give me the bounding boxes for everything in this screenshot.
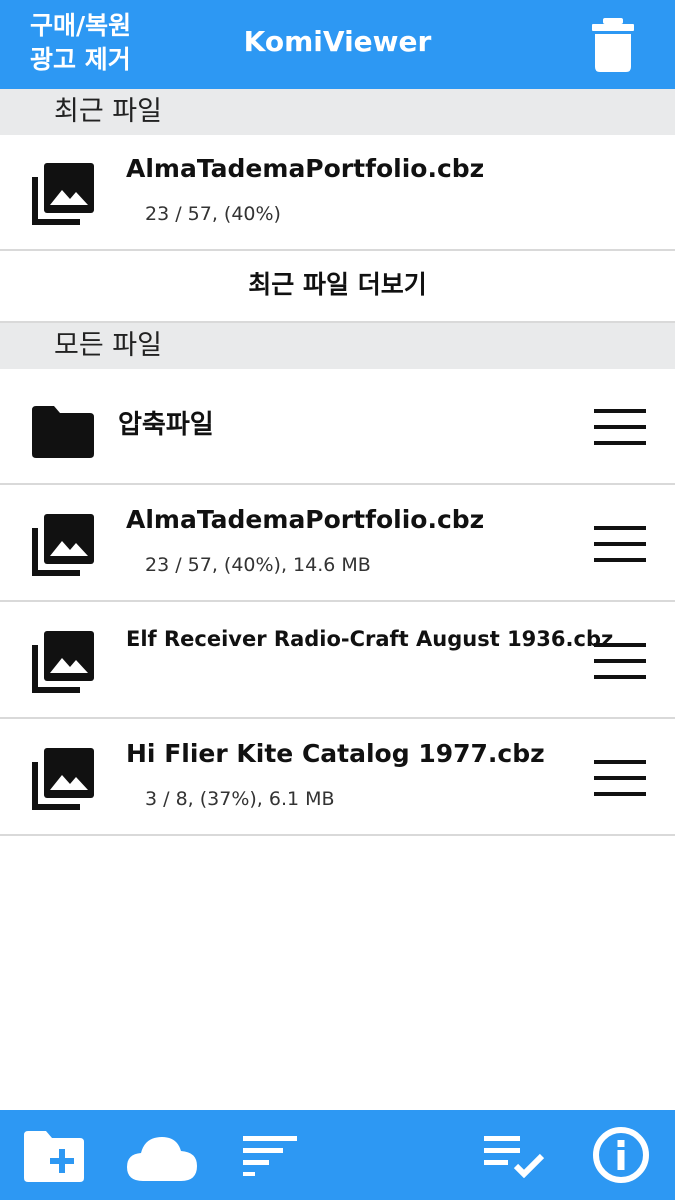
- new-folder-icon[interactable]: [24, 1128, 84, 1184]
- folder-icon: [32, 406, 94, 458]
- file-name: AlmaTademaPortfolio.cbz: [126, 505, 485, 534]
- file-progress: 3 / 8, (37%), 6.1 MB: [145, 788, 335, 810]
- image-stack-icon: [32, 631, 94, 693]
- file-name: Hi Flier Kite Catalog 1977.cbz: [126, 739, 545, 768]
- item-menu-icon[interactable]: [594, 409, 648, 445]
- more-recent-files-label: 최근 파일 더보기: [248, 270, 427, 299]
- file-progress: 23 / 57, (40%): [145, 203, 281, 225]
- image-stack-icon: [32, 163, 94, 225]
- folder-row[interactable]: 압축파일: [0, 369, 675, 485]
- recent-files-header: 최근 파일: [0, 89, 675, 135]
- recent-file-row[interactable]: AlmaTademaPortfolio.cbz 23 / 57, (40%): [0, 135, 675, 251]
- file-progress: 23 / 57, (40%), 14.6 MB: [145, 554, 371, 576]
- item-menu-icon[interactable]: [594, 526, 648, 562]
- purchase-restore-button[interactable]: 구매/복원 광고 제거: [30, 9, 160, 77]
- file-row[interactable]: Elf Receiver Radio-Craft August 1936.cbz: [0, 603, 675, 719]
- all-files-header: 모든 파일: [0, 323, 675, 369]
- image-stack-icon: [32, 748, 94, 810]
- cloud-icon[interactable]: [127, 1130, 197, 1186]
- more-recent-files-button[interactable]: 최근 파일 더보기: [0, 251, 675, 323]
- bottom-toolbar: [0, 1110, 675, 1200]
- remove-ads-label: 광고 제거: [30, 45, 131, 74]
- all-files-label: 모든 파일: [54, 330, 162, 361]
- file-name: AlmaTademaPortfolio.cbz: [126, 154, 485, 183]
- item-menu-icon[interactable]: [594, 643, 648, 679]
- purchase-label: 구매/복원: [30, 11, 132, 40]
- folder-name: 압축파일: [118, 410, 214, 440]
- file-row[interactable]: Hi Flier Kite Catalog 1977.cbz 3 / 8, (3…: [0, 720, 675, 836]
- top-app-bar: 구매/복원 광고 제거 KomiViewer: [0, 0, 675, 89]
- info-icon[interactable]: [592, 1126, 650, 1184]
- trash-icon[interactable]: [592, 18, 634, 72]
- file-name: Elf Receiver Radio-Craft August 1936.cbz: [126, 627, 614, 651]
- recent-files-label: 최근 파일: [54, 96, 162, 127]
- item-menu-icon[interactable]: [594, 760, 648, 796]
- image-stack-icon: [32, 514, 94, 576]
- sort-icon[interactable]: [243, 1136, 297, 1176]
- select-list-icon[interactable]: [484, 1136, 546, 1178]
- file-row[interactable]: AlmaTademaPortfolio.cbz 23 / 57, (40%), …: [0, 486, 675, 602]
